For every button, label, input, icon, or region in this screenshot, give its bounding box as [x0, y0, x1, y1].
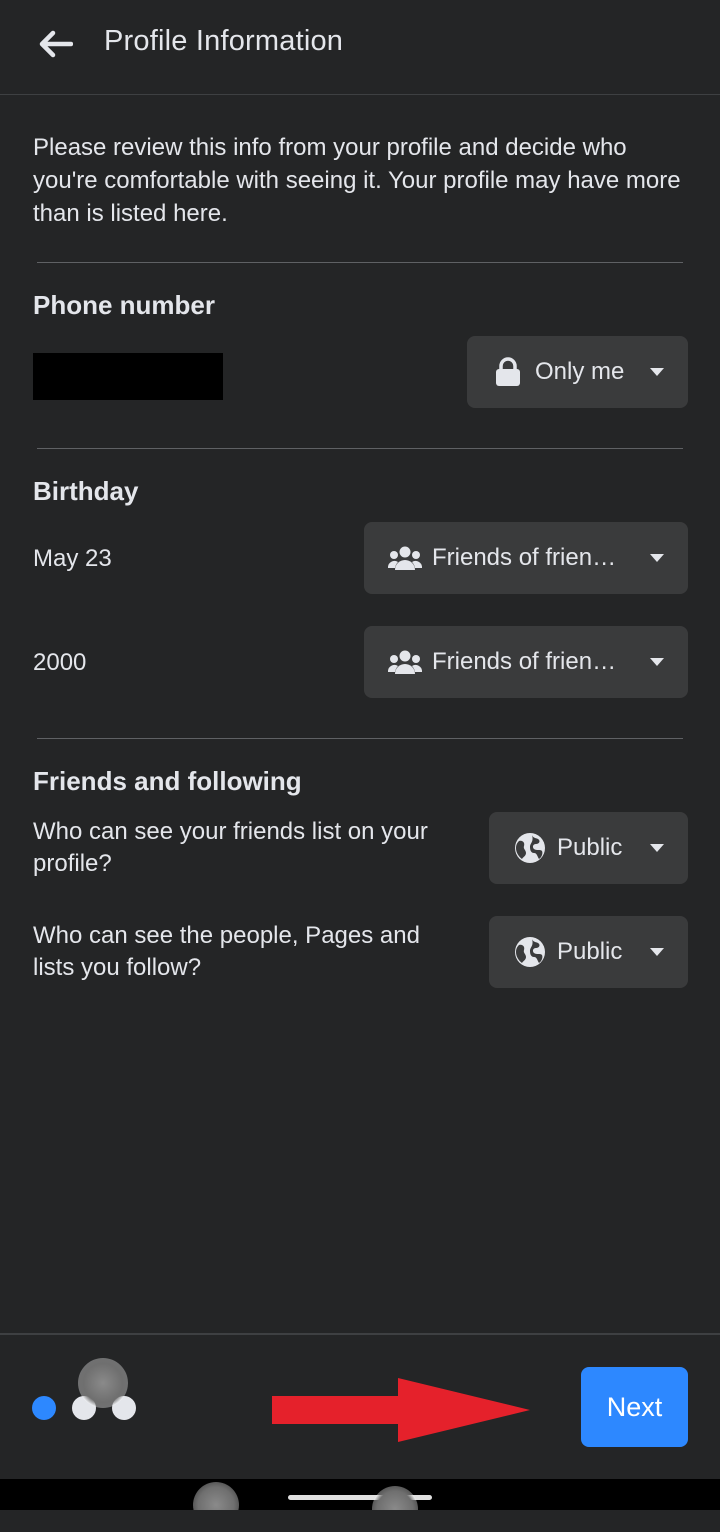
next-button[interactable]: Next: [581, 1367, 688, 1447]
following-question: Who can see the people, Pages and lists …: [33, 922, 420, 981]
touch-indicator: [193, 1482, 239, 1510]
app-header: Profile Information: [0, 0, 720, 95]
step-dot-active: [32, 1396, 56, 1420]
phone-audience-dropdown[interactable]: Only me: [467, 336, 688, 408]
chevron-down-icon: [650, 368, 664, 376]
globe-icon: [513, 831, 547, 865]
friends-icon: [388, 645, 422, 679]
globe-icon: [513, 935, 547, 969]
dropdown-label: Only me: [535, 358, 625, 385]
birthday-section-title: Birthday: [33, 476, 139, 506]
divider: [37, 738, 683, 739]
chevron-down-icon: [650, 844, 664, 852]
birthday-date-audience-dropdown[interactable]: Friends of frien…: [364, 522, 688, 594]
touch-indicator: [78, 1358, 128, 1408]
divider: [37, 448, 683, 449]
birthday-date-value: May 23: [33, 545, 112, 572]
birthday-year-value: 2000: [33, 649, 87, 676]
page-title: Profile Information: [104, 25, 344, 57]
phone-section-title: Phone number: [33, 290, 216, 320]
chevron-down-icon: [650, 948, 664, 956]
following-audience-dropdown[interactable]: Public: [489, 916, 688, 988]
intro-text: Please review this info from your profil…: [33, 134, 681, 227]
dropdown-label: Friends of frien…: [432, 544, 617, 571]
lock-icon: [491, 355, 525, 389]
redacted-phone-value: [33, 353, 223, 400]
friends-section-title: Friends and following: [33, 766, 302, 796]
annotation-arrow-icon: [272, 1378, 530, 1442]
friends-list-question: Who can see your friends list on your pr…: [33, 818, 428, 877]
chevron-down-icon: [650, 658, 664, 666]
friends-list-audience-dropdown[interactable]: Public: [489, 812, 688, 884]
dropdown-label: Public: [557, 938, 623, 965]
dropdown-label: Friends of frien…: [432, 648, 617, 675]
back-button[interactable]: [30, 22, 80, 66]
touch-indicator: [372, 1486, 418, 1510]
chevron-down-icon: [650, 554, 664, 562]
birthday-year-audience-dropdown[interactable]: Friends of frien…: [364, 626, 688, 698]
friends-icon: [388, 541, 422, 575]
footer-divider: [0, 1333, 720, 1335]
dropdown-label: Public: [557, 834, 623, 861]
back-arrow-icon: [39, 30, 73, 58]
system-nav-bar: [0, 1479, 720, 1510]
divider: [37, 262, 683, 263]
